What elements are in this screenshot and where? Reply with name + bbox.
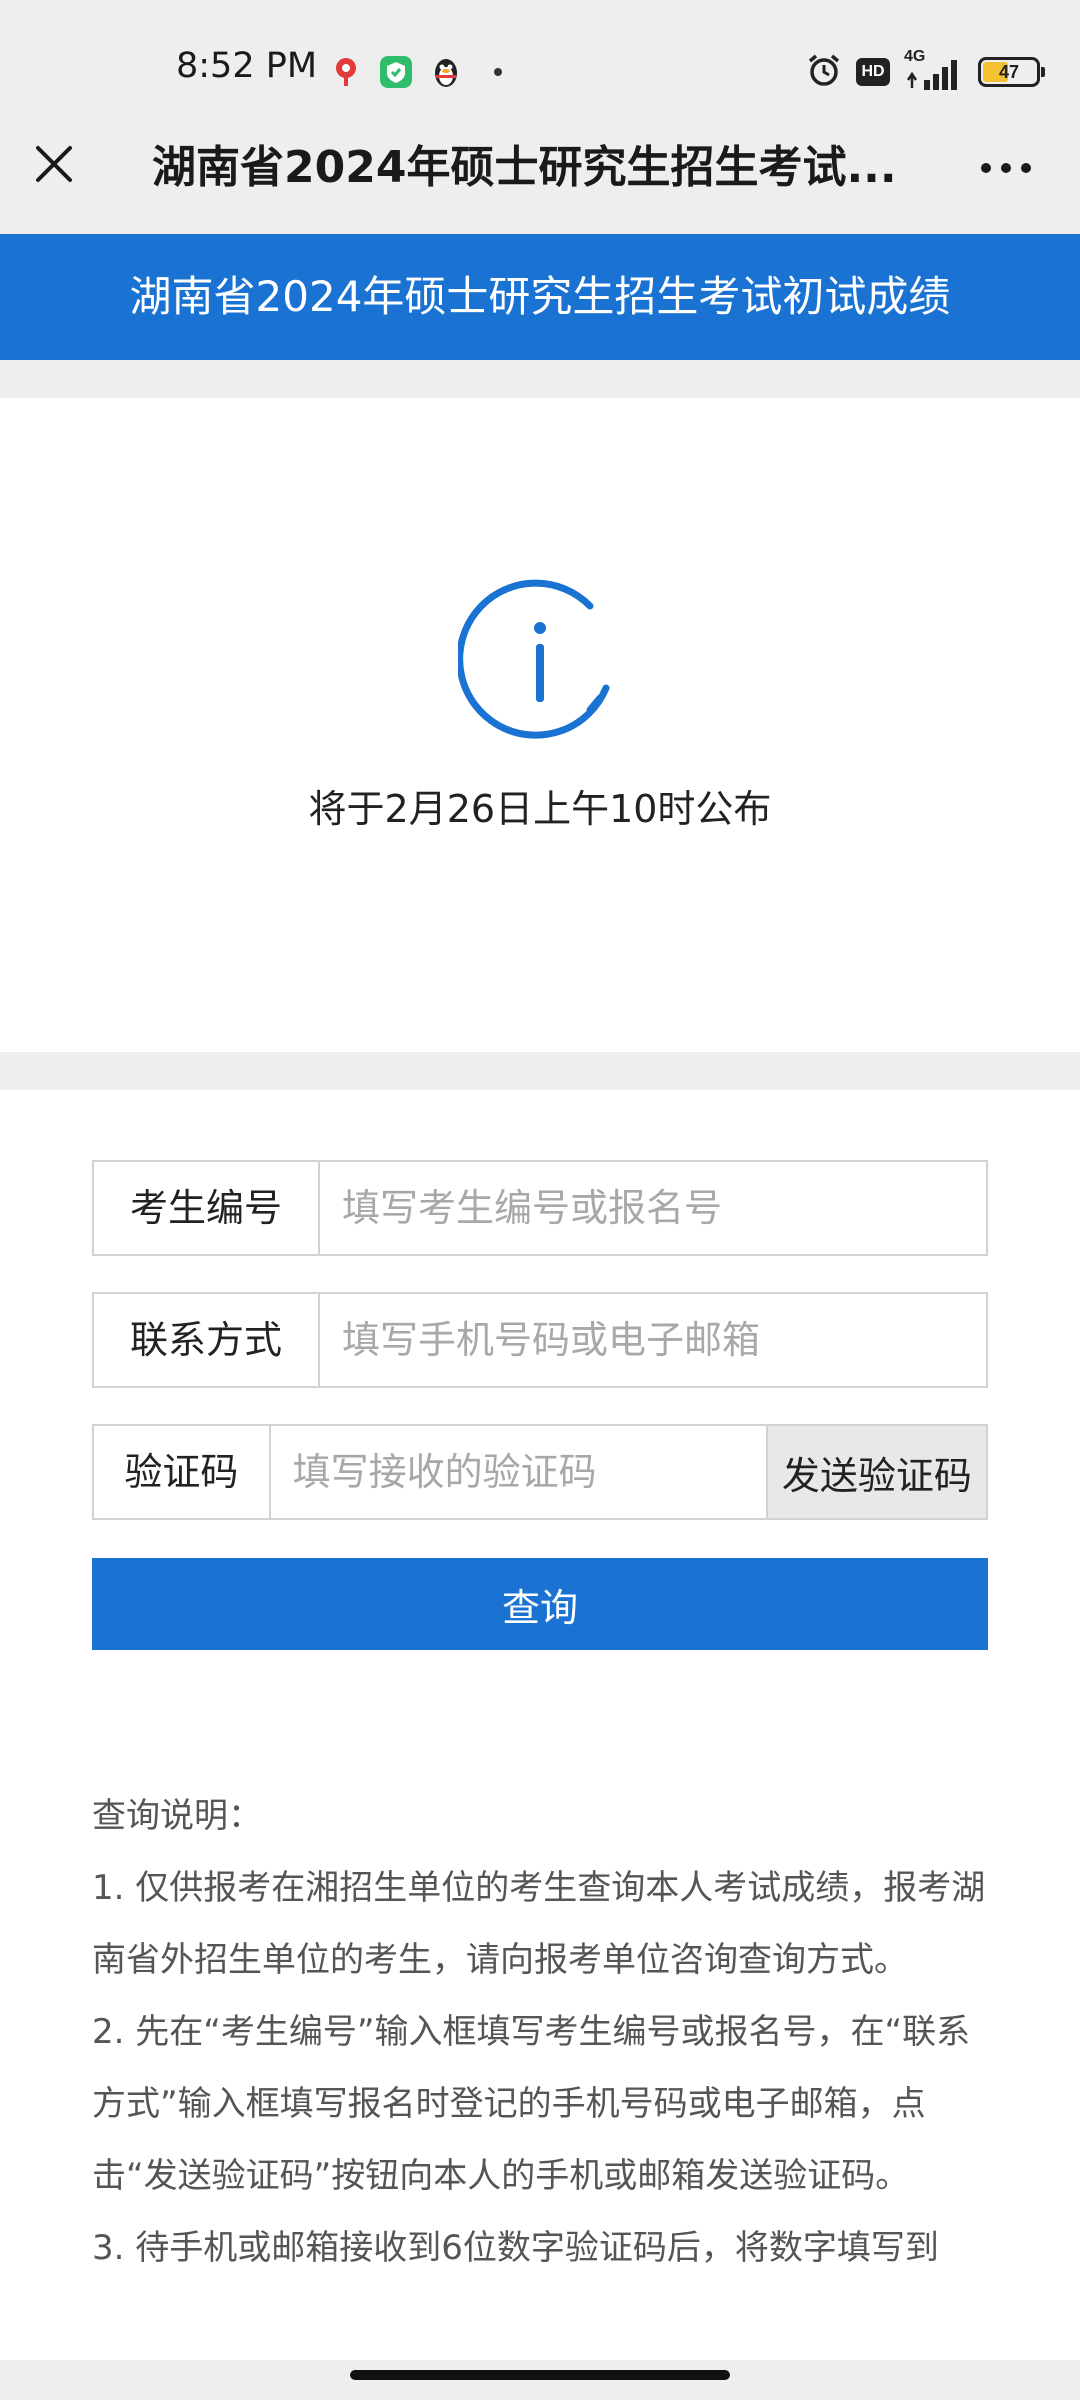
candidate-id-row: 考生编号 [92,1160,988,1256]
notification-icons [328,54,502,90]
contact-label: 联系方式 [94,1294,320,1386]
status-bar: 8:52 PM HD 4G 47 [0,0,1080,132]
close-icon[interactable] [30,140,78,188]
gesture-bar[interactable] [350,2370,730,2380]
info-icon [456,578,622,742]
instructions-heading: 查询说明： [92,1796,262,1836]
verify-code-label: 验证码 [94,1426,271,1518]
instruction-item: 3. 待手机或邮箱接收到6位数字验证码后，将数字填写到 [92,2228,939,2268]
hd-badge: HD [856,58,890,86]
signal-icon: 4G [904,48,964,90]
system-icons: HD 4G 47 [806,48,1045,92]
verify-code-input[interactable] [270,1426,766,1518]
status-time: 8:52 PM [176,46,318,86]
contact-row: 联系方式 [92,1292,988,1388]
more-options-icon[interactable] [976,150,1036,186]
instruction-item: 2. 先在“考生编号”输入框填写考生编号或报名号，在“联系方式”输入框填写报名时… [92,2012,971,2196]
verify-code-row: 验证码 发送验证码 [92,1424,988,1520]
contact-input[interactable] [320,1294,986,1386]
notice-card: 将于2月26日上午10时公布 [0,398,1080,1052]
network-type-label: 4G [904,48,926,65]
map-pin-icon [328,54,364,90]
more-notifications-dot [494,68,502,76]
release-notice-text: 将于2月26日上午10时公布 [308,787,772,831]
candidate-id-label: 考生编号 [94,1162,320,1254]
query-button[interactable]: 查询 [92,1558,988,1650]
send-code-button[interactable]: 发送验证码 [765,1426,986,1518]
candidate-id-input[interactable] [320,1162,986,1254]
query-instructions: 查询说明： 1. 仅供报考在湘招生单位的考生查询本人考试成绩，报考湖南省外招生单… [92,1780,992,2284]
instruction-item: 1. 仅供报考在湘招生单位的考生查询本人考试成绩，报考湖南省外招生单位的考生，请… [92,1868,986,1980]
battery-level: 47 [998,62,1020,82]
penguin-app-icon [428,54,464,90]
page: 8:52 PM HD 4G 47 湖南省2024年硕士研究生招生考试... 湖南… [0,0,1080,2400]
battery-icon: 47 [978,57,1045,87]
shield-app-icon [378,54,414,90]
query-form-card: 考生编号 联系方式 验证码 发送验证码 查询 查询说明： 1. 仅供报考在湘招生… [0,1090,1080,2360]
page-header: 湖南省2024年硕士研究生招生考试初试成绩 [0,234,1080,360]
nav-title: 湖南省2024年硕士研究生招生考试... [152,142,897,193]
alarm-icon [806,52,842,92]
